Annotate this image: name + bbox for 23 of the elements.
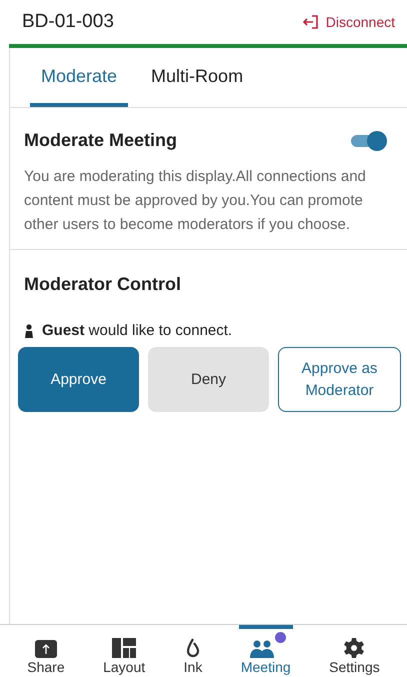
action-button[interactable]: Deny: [148, 347, 269, 412]
settings-icon: [344, 638, 364, 658]
section-title: Moderator Control: [24, 274, 182, 295]
description-text: You are moderating this display.All connections and content must be approved by you.You can promote other users to become moderators if you choose.: [24, 167, 367, 235]
disconnect-button[interactable]: Disconnect: [302, 14, 395, 30]
request-text: Guest would like to connect.: [42, 322, 232, 339]
nav-item[interactable]: Settings: [327, 625, 382, 677]
layout-icon: [112, 638, 136, 658]
action-button[interactable]: Approve as Moderator: [278, 347, 401, 412]
upload-icon: [34, 640, 57, 658]
section-title: Moderate Meeting: [24, 130, 178, 151]
tab[interactable]: Multi-Room: [140, 48, 254, 107]
action-button[interactable]: Approve: [18, 347, 139, 412]
nav-item[interactable]: Ink: [182, 625, 204, 677]
drop-icon: [186, 638, 200, 658]
tab[interactable]: Moderate: [30, 48, 128, 107]
exit-icon: [302, 15, 319, 29]
moderate-toggle[interactable]: [349, 130, 387, 150]
device-title: BD-01-003: [22, 11, 114, 33]
nav-item[interactable]: Layout: [101, 625, 148, 677]
person-icon: [24, 324, 34, 338]
nav-item[interactable]: Meeting: [238, 625, 293, 677]
nav-item[interactable]: Share: [25, 625, 67, 677]
